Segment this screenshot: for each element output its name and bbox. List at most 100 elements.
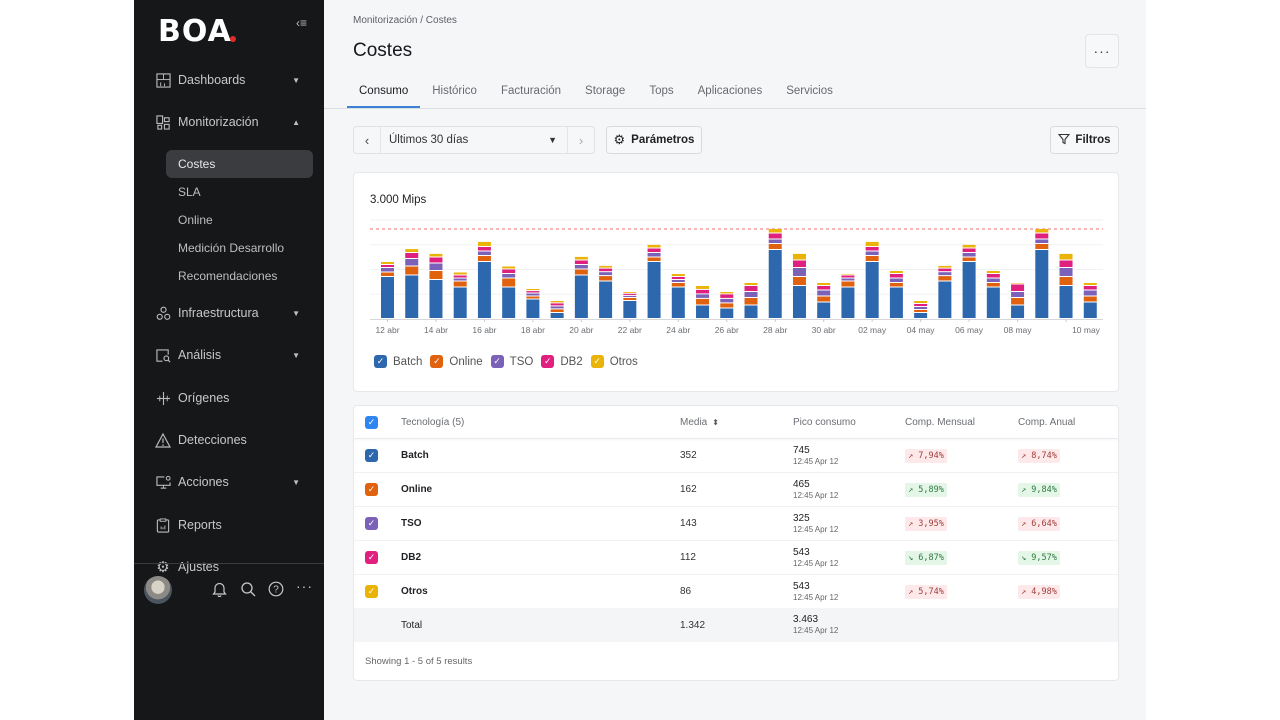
main-content: Monitorización / Costes Costes ··· Consu… [324, 0, 1146, 720]
period-select[interactable]: Últimos 30 días ▼ [381, 127, 567, 153]
x-tick-label: 16 abr [472, 325, 496, 335]
sidebar-item-label: Monitorización [178, 115, 259, 129]
row-checkbox[interactable]: ✓ [365, 541, 378, 574]
tab-historico[interactable]: Histórico [420, 78, 489, 108]
tab-aplicaciones[interactable]: Aplicaciones [686, 78, 775, 108]
bar-segment-db2 [599, 268, 613, 272]
trend-badge: ↗ 5,89% [905, 482, 947, 497]
sidebar-subitem-online[interactable]: Online [166, 206, 313, 234]
tabs: Consumo Histórico Facturación Storage To… [347, 78, 845, 108]
bar-segment-db2 [550, 303, 564, 306]
x-tick-label: 14 abr [424, 325, 448, 335]
table-row[interactable]: ✓ TSO 143 325 12:45 Apr 12 ↗ 3,95% ↗ 6,64% [354, 507, 1118, 541]
help-icon[interactable]: ? [268, 581, 284, 600]
sidebar-item-reports[interactable]: Reports [154, 511, 304, 539]
sidebar-item-detecciones[interactable]: Detecciones [154, 426, 304, 454]
media-value: 162 [680, 484, 697, 495]
sidebar-subitem-sla[interactable]: SLA [166, 178, 313, 206]
tab-storage[interactable]: Storage [573, 78, 637, 108]
sidebar-subitem-medicion-desarrollo[interactable]: Medición Desarrollo [166, 234, 313, 262]
annual-comparison: ↗ 4,98% [1018, 575, 1060, 608]
tab-consumo[interactable]: Consumo [347, 78, 421, 108]
bar-segment-online [1035, 244, 1049, 249]
annual-comparison: ↗ 9,84% [1018, 473, 1060, 506]
bar-segment-tso [986, 278, 1000, 282]
bar-segment-batch [477, 262, 491, 318]
actions-icon [154, 473, 172, 491]
next-period-button[interactable]: › [567, 127, 594, 153]
bar-segment-tso [889, 278, 903, 282]
bar-segment-online [720, 303, 734, 308]
select-all-checkbox[interactable]: ✓ [365, 406, 378, 438]
trend-arrow-icon: ↘ [908, 552, 914, 563]
x-tick-label: 30 abr [812, 325, 836, 335]
sidebar-item-monitorizacion[interactable]: Monitorización ▲ [154, 108, 304, 136]
row-checkbox[interactable]: ✓ [365, 575, 378, 608]
trend-arrow-icon: ↗ [908, 586, 914, 597]
sidebar-item-infraestructura[interactable]: Infraestructura ▼ [154, 299, 304, 327]
column-header-mensual: Comp. Mensual [905, 416, 976, 428]
sidebar-item-origenes[interactable]: Orígenes [154, 384, 304, 412]
trend-arrow-icon: ↗ [1021, 484, 1027, 495]
legend-item-tso[interactable]: ✓ TSO [490, 355, 533, 368]
reports-icon [154, 516, 172, 534]
bar-segment-tso [914, 307, 928, 309]
filters-button[interactable]: Filtros [1050, 126, 1119, 154]
bar-segment-batch [550, 313, 564, 318]
more-icon[interactable]: ··· [296, 578, 313, 594]
checkbox-checked-icon: ✓ [365, 415, 378, 429]
bar-segment-db2 [865, 247, 879, 251]
row-checkbox[interactable]: ✓ [365, 507, 378, 540]
sidebar-item-acciones[interactable]: Acciones ▼ [154, 468, 304, 496]
sidebar-item-dashboards[interactable]: Dashboards ▼ [154, 66, 304, 94]
tab-facturacion[interactable]: Facturación [489, 78, 573, 108]
table-row[interactable]: ✓ DB2 112 543 12:45 Apr 12 ↘ 6,87% ↘ 9,57% [354, 541, 1118, 575]
monthly-comparison: ↗ 7,94% [905, 439, 947, 472]
table-row[interactable]: ✓ Batch 352 745 12:45 Apr 12 ↗ 7,94% ↗ 8,74% [354, 439, 1118, 473]
bar-segment-otros [381, 262, 394, 264]
tab-servicios[interactable]: Servicios [774, 78, 845, 108]
sidebar-subitem-costes[interactable]: Costes [166, 150, 313, 178]
bar-segment-batch [526, 299, 540, 318]
table-row[interactable]: ✓ Otros 86 543 12:45 Apr 12 ↗ 5,74% ↗ 4,98% [354, 575, 1118, 609]
bar-segment-tso [696, 294, 710, 298]
bar-segment-batch [865, 262, 879, 318]
trend-badge: ↗ 7,94% [905, 448, 947, 463]
breadcrumb[interactable]: Monitorización / Costes [353, 15, 457, 26]
table-row[interactable]: ✓ Online 162 465 12:45 Apr 12 ↗ 5,89% ↗ 9,84% [354, 473, 1118, 507]
bar-segment-online [865, 256, 879, 261]
bar-segment-batch [768, 250, 782, 318]
chevron-down-icon: ▼ [292, 75, 300, 85]
parameters-button[interactable]: ⚙ Parámetros [606, 126, 702, 154]
search-icon[interactable] [240, 581, 256, 600]
bell-icon[interactable] [212, 581, 227, 600]
bar-segment-tso [502, 274, 516, 278]
legend-item-db2[interactable]: ✓ DB2 [541, 355, 583, 368]
legend-item-otros[interactable]: ✓ Otros [590, 355, 638, 368]
app-frame: BOA ‹≡ Dashboards ▼ Monitorización ▲ Cos… [134, 0, 1146, 720]
column-header-media[interactable]: Media ⬍ [680, 406, 719, 438]
legend-item-online[interactable]: ✓ Online [430, 355, 483, 368]
legend-item-batch[interactable]: ✓ Batch [374, 355, 422, 368]
logo[interactable]: BOA [158, 14, 236, 49]
sidebar-item-label: Orígenes [178, 391, 230, 405]
sidebar-subitem-recomendaciones[interactable]: Recomendaciones [166, 262, 313, 290]
chevron-down-icon: ▼ [292, 308, 300, 318]
bar-segment-batch [599, 281, 613, 318]
tab-tops[interactable]: Tops [637, 78, 685, 108]
peak-consumption: 543 12:45 Apr 12 [793, 575, 838, 608]
bar-segment-tso [477, 251, 491, 255]
bar-segment-otros [720, 292, 734, 294]
more-options-button[interactable]: ··· [1085, 34, 1119, 68]
sidebar-item-analisis[interactable]: Análisis ▼ [154, 341, 304, 369]
annual-comparison: ↗ 8,74% [1018, 439, 1060, 472]
collapse-sidebar-icon[interactable]: ‹≡ [296, 16, 307, 30]
row-checkbox[interactable]: ✓ [365, 473, 378, 506]
previous-period-button[interactable]: ‹ [354, 127, 381, 153]
bar-segment-db2 [889, 274, 903, 278]
row-checkbox[interactable]: ✓ [365, 439, 378, 472]
bar-segment-otros [744, 283, 758, 285]
avatar[interactable] [144, 576, 172, 604]
bar-segment-otros [768, 229, 782, 233]
bar-segment-online [671, 283, 685, 287]
